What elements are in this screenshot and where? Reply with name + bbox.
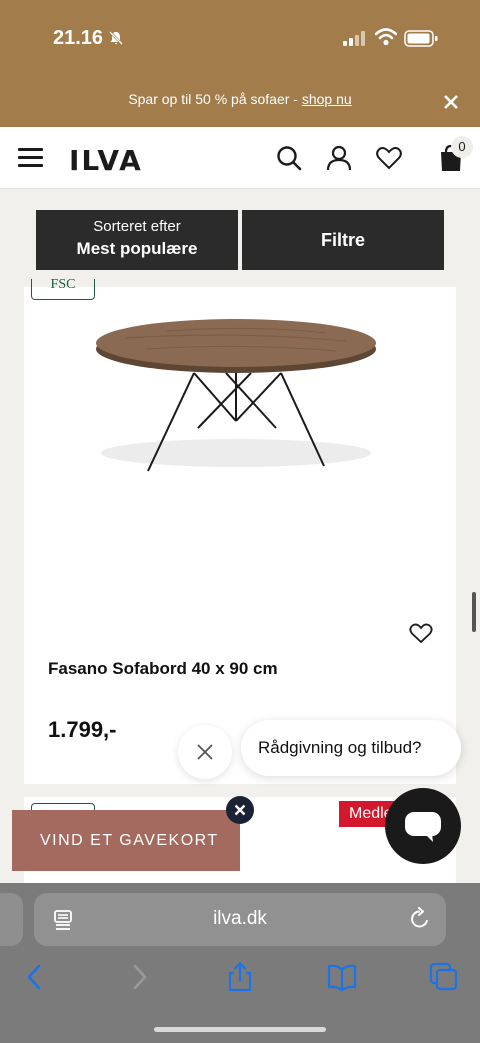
- chat-dismiss-button[interactable]: [178, 725, 232, 779]
- chat-prompt-bubble[interactable]: Rådgivning og tilbud?: [241, 720, 461, 776]
- search-icon[interactable]: [275, 144, 303, 172]
- sort-filter-bar: Sorteret efter Mest populære Filtre: [0, 190, 480, 287]
- promo-message: Spar op til 50 % på sofaer -: [128, 91, 302, 107]
- battery-icon: [404, 30, 438, 47]
- sort-value: Mest populære: [76, 239, 198, 258]
- previous-tab-preview[interactable]: [0, 893, 23, 946]
- menu-icon[interactable]: [18, 148, 43, 168]
- promo-text: Spar op til 50 % på sofaer - shop nu: [0, 91, 480, 107]
- cart-count-badge: 0: [451, 136, 473, 158]
- share-icon[interactable]: [225, 962, 255, 992]
- close-icon: [197, 744, 213, 760]
- scroll-indicator: [472, 592, 476, 632]
- product-card[interactable]: FSC Fasano Sofabord 40 x 90 cm 1.799,-: [24, 278, 456, 784]
- sort-button[interactable]: Sorteret efter Mest populære: [36, 210, 238, 270]
- promo-link[interactable]: shop nu: [302, 91, 352, 107]
- close-icon[interactable]: [442, 93, 460, 111]
- account-icon[interactable]: [325, 144, 353, 172]
- status-time: 21.16: [53, 27, 104, 49]
- home-indicator[interactable]: [154, 1027, 326, 1032]
- reload-icon[interactable]: [408, 907, 432, 931]
- cellular-signal-icon: [343, 31, 365, 46]
- close-icon: [234, 804, 246, 816]
- gift-card-banner[interactable]: VIND ET GAVEKORT: [12, 810, 240, 871]
- wifi-icon: [375, 28, 397, 46]
- product-price: 1.799,-: [48, 717, 117, 742]
- heart-icon[interactable]: [375, 144, 403, 172]
- product-title[interactable]: Fasano Sofabord 40 x 90 cm: [48, 659, 278, 679]
- promo-banner: 21.16 Spar op til 50 % på sofaer - shop …: [0, 0, 480, 127]
- back-icon[interactable]: [20, 962, 50, 992]
- site-header: ILVA: [0, 127, 480, 189]
- bookmarks-icon[interactable]: [327, 962, 357, 992]
- forward-icon[interactable]: [124, 962, 154, 992]
- tabs-icon[interactable]: [429, 962, 459, 992]
- address-bar[interactable]: ilva.dk: [34, 893, 446, 946]
- fsc-badge: FSC: [31, 278, 95, 300]
- site-logo[interactable]: ILVA: [69, 144, 143, 177]
- browser-toolbar: ilva.dk: [0, 883, 480, 1043]
- filter-button[interactable]: Filtre: [242, 210, 444, 270]
- gift-banner-close-button[interactable]: [226, 796, 254, 824]
- wishlist-heart-icon[interactable]: [409, 622, 433, 644]
- url-text: ilva.dk: [213, 908, 267, 929]
- sort-label: Sorteret efter: [93, 218, 181, 235]
- product-image[interactable]: [86, 303, 386, 483]
- bell-muted-icon: [109, 31, 123, 45]
- chat-button[interactable]: [385, 788, 461, 864]
- chat-icon: [405, 812, 441, 842]
